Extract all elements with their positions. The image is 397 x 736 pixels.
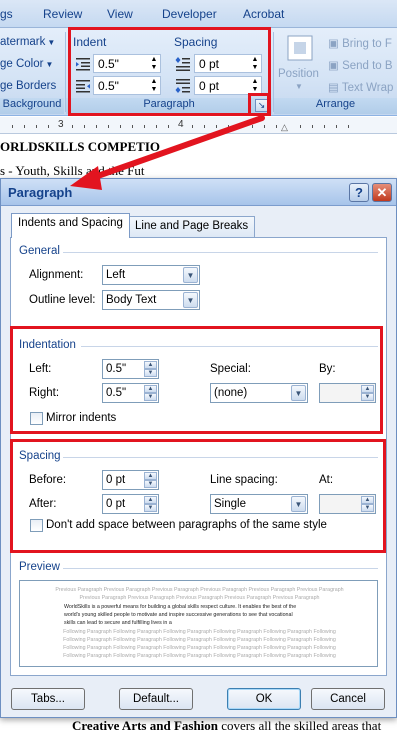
preview-box: Previous Paragraph Previous Paragraph Pr… <box>19 580 378 667</box>
special-select[interactable]: (none) ▼ <box>210 383 308 403</box>
indent-right-spinner[interactable]: 0.5" ▲ ▼ <box>102 383 159 403</box>
tab-review[interactable]: Review <box>43 7 82 21</box>
document-footer-line: Creative Arts and Fashion covers all the… <box>72 718 381 734</box>
text-wrap-button[interactable]: ▤ Text Wrap <box>328 80 393 94</box>
ribbon-indent-left-spinner[interactable]: 0.5" ▲ ▼ <box>93 54 161 73</box>
at-label: At: <box>319 474 334 486</box>
line-spacing-label: Line spacing: <box>210 474 278 486</box>
ribbon-tab-bar: gs Review View Developer Acrobat <box>0 0 397 28</box>
document-heading: ORLDSKILLS COMPETIO <box>0 139 161 154</box>
ruler-number: 4 <box>178 119 184 130</box>
spacing-before-icon <box>175 57 190 71</box>
cancel-button[interactable]: Cancel <box>311 688 385 710</box>
position-button[interactable]: Position ▼ <box>278 32 322 94</box>
right-indent-marker[interactable]: △ <box>281 122 288 133</box>
chevron-down-icon: ▼ <box>183 292 198 308</box>
chevron-down-icon: ▼ <box>183 267 198 283</box>
dialog-titlebar[interactable]: Paragraph ? ✕ <box>1 179 396 206</box>
help-button[interactable]: ? <box>349 183 369 202</box>
ribbon-spacing-before-spinner[interactable]: 0 pt ▲ ▼ <box>194 54 262 73</box>
preview-sample-line: skills can lead to secure and fulfilling… <box>64 620 172 626</box>
dont-add-space-label: Don't add space between paragraphs of th… <box>46 519 327 531</box>
footer-bold-text: Creative Arts and Fashion <box>72 718 219 733</box>
close-button[interactable]: ✕ <box>372 183 392 202</box>
ribbon-indent-right-spinner[interactable]: 0.5" ▲ ▼ <box>93 76 161 95</box>
after-label: After: <box>29 498 57 510</box>
background-group-label: Background <box>0 98 64 114</box>
preview-following-line: Following Paragraph Following Paragraph … <box>63 645 336 651</box>
paragraph-dialog-launcher[interactable]: ↘ <box>255 99 268 112</box>
indentation-section-title: Indentation <box>19 339 76 351</box>
outline-level-select[interactable]: Body Text ▼ <box>102 290 200 310</box>
section-divider <box>81 346 378 347</box>
tab-acrobat[interactable]: Acrobat <box>243 7 284 21</box>
by-spinner[interactable]: ▲ ▼ <box>319 383 376 403</box>
indent-left-label: Left: <box>29 363 52 375</box>
default-button[interactable]: Default... <box>119 688 193 710</box>
mirror-indents-label: Mirror indents <box>46 412 117 424</box>
preview-sample-line: world's young skilled people to motivate… <box>64 612 293 618</box>
preview-following-line: Following Paragraph Following Paragraph … <box>63 653 336 659</box>
mirror-indents-checkbox[interactable] <box>30 412 43 425</box>
bring-to-front-button[interactable]: ▣ Bring to F <box>328 36 392 50</box>
position-icon <box>287 35 313 61</box>
spacing-before-spinner[interactable]: 0 pt ▲ ▼ <box>102 470 159 490</box>
watermark-button[interactable]: atermark ▼ <box>0 36 55 48</box>
indent-right-label: Right: <box>29 387 60 399</box>
paragraph-dialog: Paragraph ? ✕ Indents and Spacing Line a… <box>0 178 397 718</box>
spacing-after-icon <box>175 79 190 93</box>
preview-sample-line: WorldSkills is a powerful means for buil… <box>64 604 297 610</box>
preview-previous-line: Previous Paragraph Previous Paragraph Pr… <box>55 587 344 593</box>
indent-right-icon <box>76 80 90 93</box>
spacing-title: Spacing <box>174 35 218 49</box>
ok-button[interactable]: OK <box>227 688 301 710</box>
dont-add-space-checkbox[interactable] <box>30 519 43 532</box>
indent-left-icon <box>76 58 90 71</box>
tab-indents-and-spacing[interactable]: Indents and Spacing <box>11 213 130 238</box>
preview-section-title: Preview <box>19 561 60 573</box>
preview-following-line: Following Paragraph Following Paragraph … <box>63 637 336 643</box>
at-spinner[interactable]: ▲ ▼ <box>319 494 376 514</box>
tabs-button[interactable]: Tabs... <box>11 688 85 710</box>
spacing-after-spinner[interactable]: 0 pt ▲ ▼ <box>102 494 159 514</box>
preview-following-line: Following Paragraph Following Paragraph … <box>63 629 336 635</box>
tab-view[interactable]: View <box>107 7 133 21</box>
tab-line-and-page-breaks[interactable]: Line and Page Breaks <box>128 216 256 237</box>
arrange-group-label: Arrange <box>274 98 397 114</box>
alignment-label: Alignment: <box>29 269 84 281</box>
tab-page-layout[interactable]: gs <box>0 7 13 21</box>
section-divider <box>63 568 378 569</box>
section-divider <box>63 252 378 253</box>
tab-developer[interactable]: Developer <box>162 7 217 21</box>
special-label: Special: <box>210 363 251 375</box>
section-divider <box>63 457 378 458</box>
footer-text: covers all the skilled areas that <box>218 718 382 733</box>
alignment-select[interactable]: Left ▼ <box>102 265 200 285</box>
general-section-title: General <box>19 245 60 257</box>
spacing-section-title: Spacing <box>19 450 61 462</box>
ribbon-spacing-after-spinner[interactable]: 0 pt ▲ ▼ <box>194 76 262 95</box>
chevron-down-icon: ▼ <box>291 385 306 401</box>
preview-previous-line: Previous Paragraph Previous Paragraph Pr… <box>79 595 320 601</box>
horizontal-ruler[interactable]: 3 4 △ <box>0 117 397 134</box>
page-borders-button[interactable]: ge Borders <box>0 80 56 92</box>
document-line: s - Youth, Skills and the Fut <box>0 163 145 178</box>
indent-title: Indent <box>73 35 107 49</box>
chevron-down-icon: ▼ <box>291 496 306 512</box>
outline-level-label: Outline level: <box>29 294 96 306</box>
paragraph-group-label: Paragraph <box>66 98 272 114</box>
page-color-button[interactable]: ge Color ▼ <box>0 58 53 70</box>
dialog-title: Paragraph <box>8 185 73 200</box>
line-spacing-select[interactable]: Single ▼ <box>210 494 308 514</box>
ribbon: atermark ▼ ge Color ▼ ge Borders Backgroun… <box>0 28 397 116</box>
by-label: By: <box>319 363 336 375</box>
ruler-number: 3 <box>58 119 64 130</box>
send-to-back-button[interactable]: ▣ Send to B <box>328 58 393 72</box>
indent-left-spinner[interactable]: 0.5" ▲ ▼ <box>102 359 159 379</box>
before-label: Before: <box>29 474 67 486</box>
